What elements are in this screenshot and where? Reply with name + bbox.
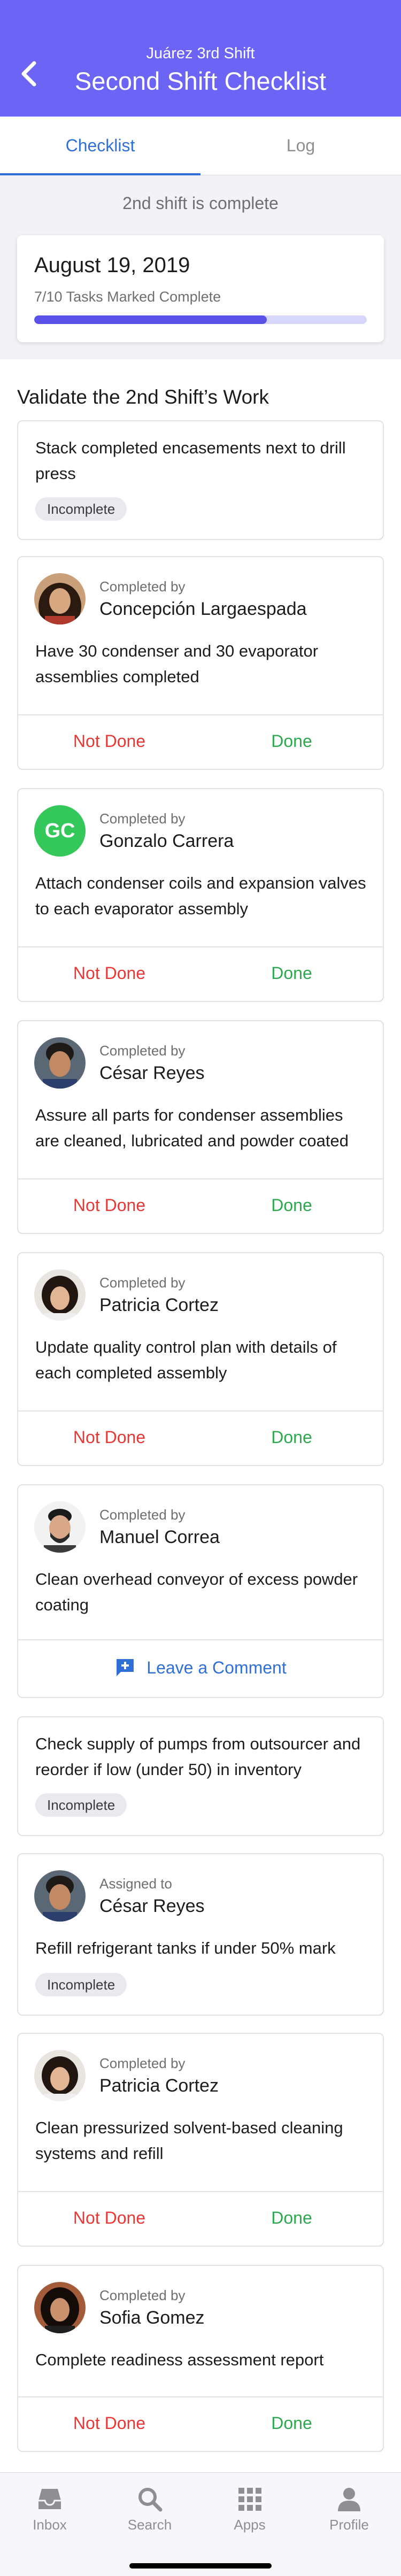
task-card: Completed by Patricia Cortez Update qual… bbox=[17, 1252, 384, 1466]
home-indicator bbox=[129, 2563, 272, 2569]
tabbar-label: Apps bbox=[234, 2517, 266, 2533]
task-card: Completed by Sofia Gomez Complete readin… bbox=[17, 2265, 384, 2452]
status-badge: Incomplete bbox=[35, 497, 127, 521]
person-name: Sofia Gomez bbox=[99, 2308, 205, 2328]
not-done-button[interactable]: Not Done bbox=[18, 713, 200, 769]
status-badge: Incomplete bbox=[35, 1973, 127, 1996]
tabbar-search[interactable]: Search bbox=[110, 2485, 190, 2533]
tabbar-profile[interactable]: Profile bbox=[309, 2485, 389, 2533]
header-subtitle: Juárez 3rd Shift bbox=[146, 45, 255, 62]
completed-by-label: Completed by bbox=[99, 1275, 186, 1291]
avatar bbox=[34, 1269, 86, 1321]
avatar-initials: GC bbox=[34, 805, 86, 857]
page-title: Second Shift Checklist bbox=[74, 67, 327, 95]
completed-by-label: Completed by bbox=[99, 811, 186, 827]
task-text: Complete readiness assessment report bbox=[35, 2350, 324, 2369]
task-card[interactable]: Assigned to César Reyes Refill refrigera… bbox=[17, 1853, 384, 2016]
person-name: Concepción Largaespada bbox=[99, 599, 307, 619]
person-name: Patricia Cortez bbox=[99, 2076, 219, 2096]
completed-by-label: Completed by bbox=[99, 579, 186, 595]
tab-checklist[interactable]: Checklist bbox=[0, 117, 200, 175]
person-name: Manuel Correa bbox=[99, 1527, 220, 1547]
checklist-date: August 19, 2019 bbox=[34, 253, 190, 277]
review-actions: Not Done Done bbox=[18, 713, 383, 769]
completed-by-label: Completed by bbox=[99, 2055, 186, 2071]
inbox-icon bbox=[38, 2489, 61, 2509]
shift-status-text: 2nd shift is complete bbox=[122, 194, 279, 213]
task-card: Completed by César Reyes Assure all part… bbox=[17, 1020, 384, 1234]
bottom-tab-bar: Inbox Search Apps Profile bbox=[0, 2472, 401, 2576]
review-actions: Not Done Done bbox=[18, 945, 383, 1001]
not-done-button[interactable]: Not Done bbox=[18, 1409, 200, 1465]
tabbar-apps[interactable]: Apps bbox=[210, 2485, 290, 2533]
person-name: Patricia Cortez bbox=[99, 1295, 219, 1315]
not-done-button[interactable]: Not Done bbox=[18, 1177, 200, 1233]
tabbar-label: Profile bbox=[329, 2517, 369, 2533]
not-done-button[interactable]: Not Done bbox=[18, 2190, 200, 2246]
not-done-button[interactable]: Not Done bbox=[18, 945, 200, 1001]
task-text: Clean pressurized solvent-based cleaning… bbox=[35, 2118, 343, 2163]
task-text: Check supply of pumps from outsourcer an… bbox=[35, 1734, 361, 1779]
done-button[interactable]: Done bbox=[200, 713, 383, 769]
avatar bbox=[34, 2282, 86, 2333]
segment-tabs: Checklist Log bbox=[0, 117, 401, 175]
progress-bar-fill bbox=[34, 315, 267, 324]
tabbar-label: Search bbox=[127, 2517, 172, 2533]
person-name: César Reyes bbox=[99, 1896, 205, 1916]
summary-card: August 19, 2019 7/10 Tasks Marked Comple… bbox=[17, 235, 384, 342]
review-actions: Not Done Done bbox=[18, 2395, 383, 2451]
completed-by-label: Completed by bbox=[99, 2287, 186, 2303]
done-button[interactable]: Done bbox=[200, 2190, 383, 2246]
progress-bar bbox=[34, 315, 367, 324]
search-icon bbox=[138, 2488, 163, 2512]
tabbar-inbox[interactable]: Inbox bbox=[10, 2485, 90, 2533]
completed-by-label: Completed by bbox=[99, 1507, 186, 1523]
comment-add-icon bbox=[117, 1659, 134, 1676]
task-text: Attach condenser coils and expansion val… bbox=[35, 874, 366, 918]
assigned-to-label: Assigned to bbox=[99, 1876, 172, 1892]
task-card: Completed by Manuel Correa Clean overhea… bbox=[17, 1484, 384, 1698]
task-card: GC Completed by Gonzalo Carrera Attach c… bbox=[17, 788, 384, 1002]
avatar bbox=[34, 2050, 86, 2101]
task-card: Completed by Concepción Largaespada Have… bbox=[17, 556, 384, 770]
status-badge: Incomplete bbox=[35, 1793, 127, 1817]
not-done-button[interactable]: Not Done bbox=[18, 2395, 200, 2451]
task-card[interactable]: Check supply of pumps from outsourcer an… bbox=[17, 1716, 384, 1836]
review-actions: Not Done Done bbox=[18, 1177, 383, 1233]
tab-log[interactable]: Log bbox=[200, 117, 401, 175]
done-button[interactable]: Done bbox=[200, 945, 383, 1001]
leave-comment-label: Leave a Comment bbox=[146, 1657, 287, 1677]
task-text: Refill refrigerant tanks if under 50% ma… bbox=[35, 1939, 336, 1957]
avatar bbox=[34, 1037, 86, 1089]
review-actions: Not Done Done bbox=[18, 2190, 383, 2246]
tabbar-label: Inbox bbox=[33, 2517, 67, 2533]
apps-grid-icon bbox=[238, 2488, 261, 2511]
task-text: Have 30 condenser and 30 evaporator asse… bbox=[35, 642, 319, 686]
completed-by-label: Completed by bbox=[99, 1043, 186, 1059]
task-card[interactable]: Stack completed encasements next to dril… bbox=[17, 420, 384, 540]
leave-comment-button[interactable]: Leave a Comment bbox=[18, 1638, 383, 1697]
person-name: Gonzalo Carrera bbox=[99, 831, 234, 851]
task-text: Clean overhead conveyor of excess powder… bbox=[35, 1570, 358, 1614]
avatar bbox=[34, 1501, 86, 1553]
task-card: Completed by Patricia Cortez Clean press… bbox=[17, 2033, 384, 2247]
section-title: Validate the 2nd Shift’s Work bbox=[17, 386, 269, 408]
person-name: César Reyes bbox=[99, 1063, 205, 1083]
avatar bbox=[34, 573, 86, 624]
profile-icon bbox=[338, 2488, 360, 2511]
avatar bbox=[34, 1870, 86, 1922]
done-button[interactable]: Done bbox=[200, 1409, 383, 1465]
task-text: Stack completed encasements next to dril… bbox=[35, 438, 346, 483]
done-button[interactable]: Done bbox=[200, 1177, 383, 1233]
tasks-complete-count: 7/10 Tasks Marked Complete bbox=[34, 289, 221, 305]
done-button[interactable]: Done bbox=[200, 2395, 383, 2451]
review-actions: Not Done Done bbox=[18, 1409, 383, 1465]
task-text: Update quality control plan with details… bbox=[35, 1338, 337, 1382]
nav-header: Juárez 3rd Shift Second Shift Checklist bbox=[0, 0, 401, 117]
task-text: Assure all parts for condenser assemblie… bbox=[35, 1106, 349, 1150]
